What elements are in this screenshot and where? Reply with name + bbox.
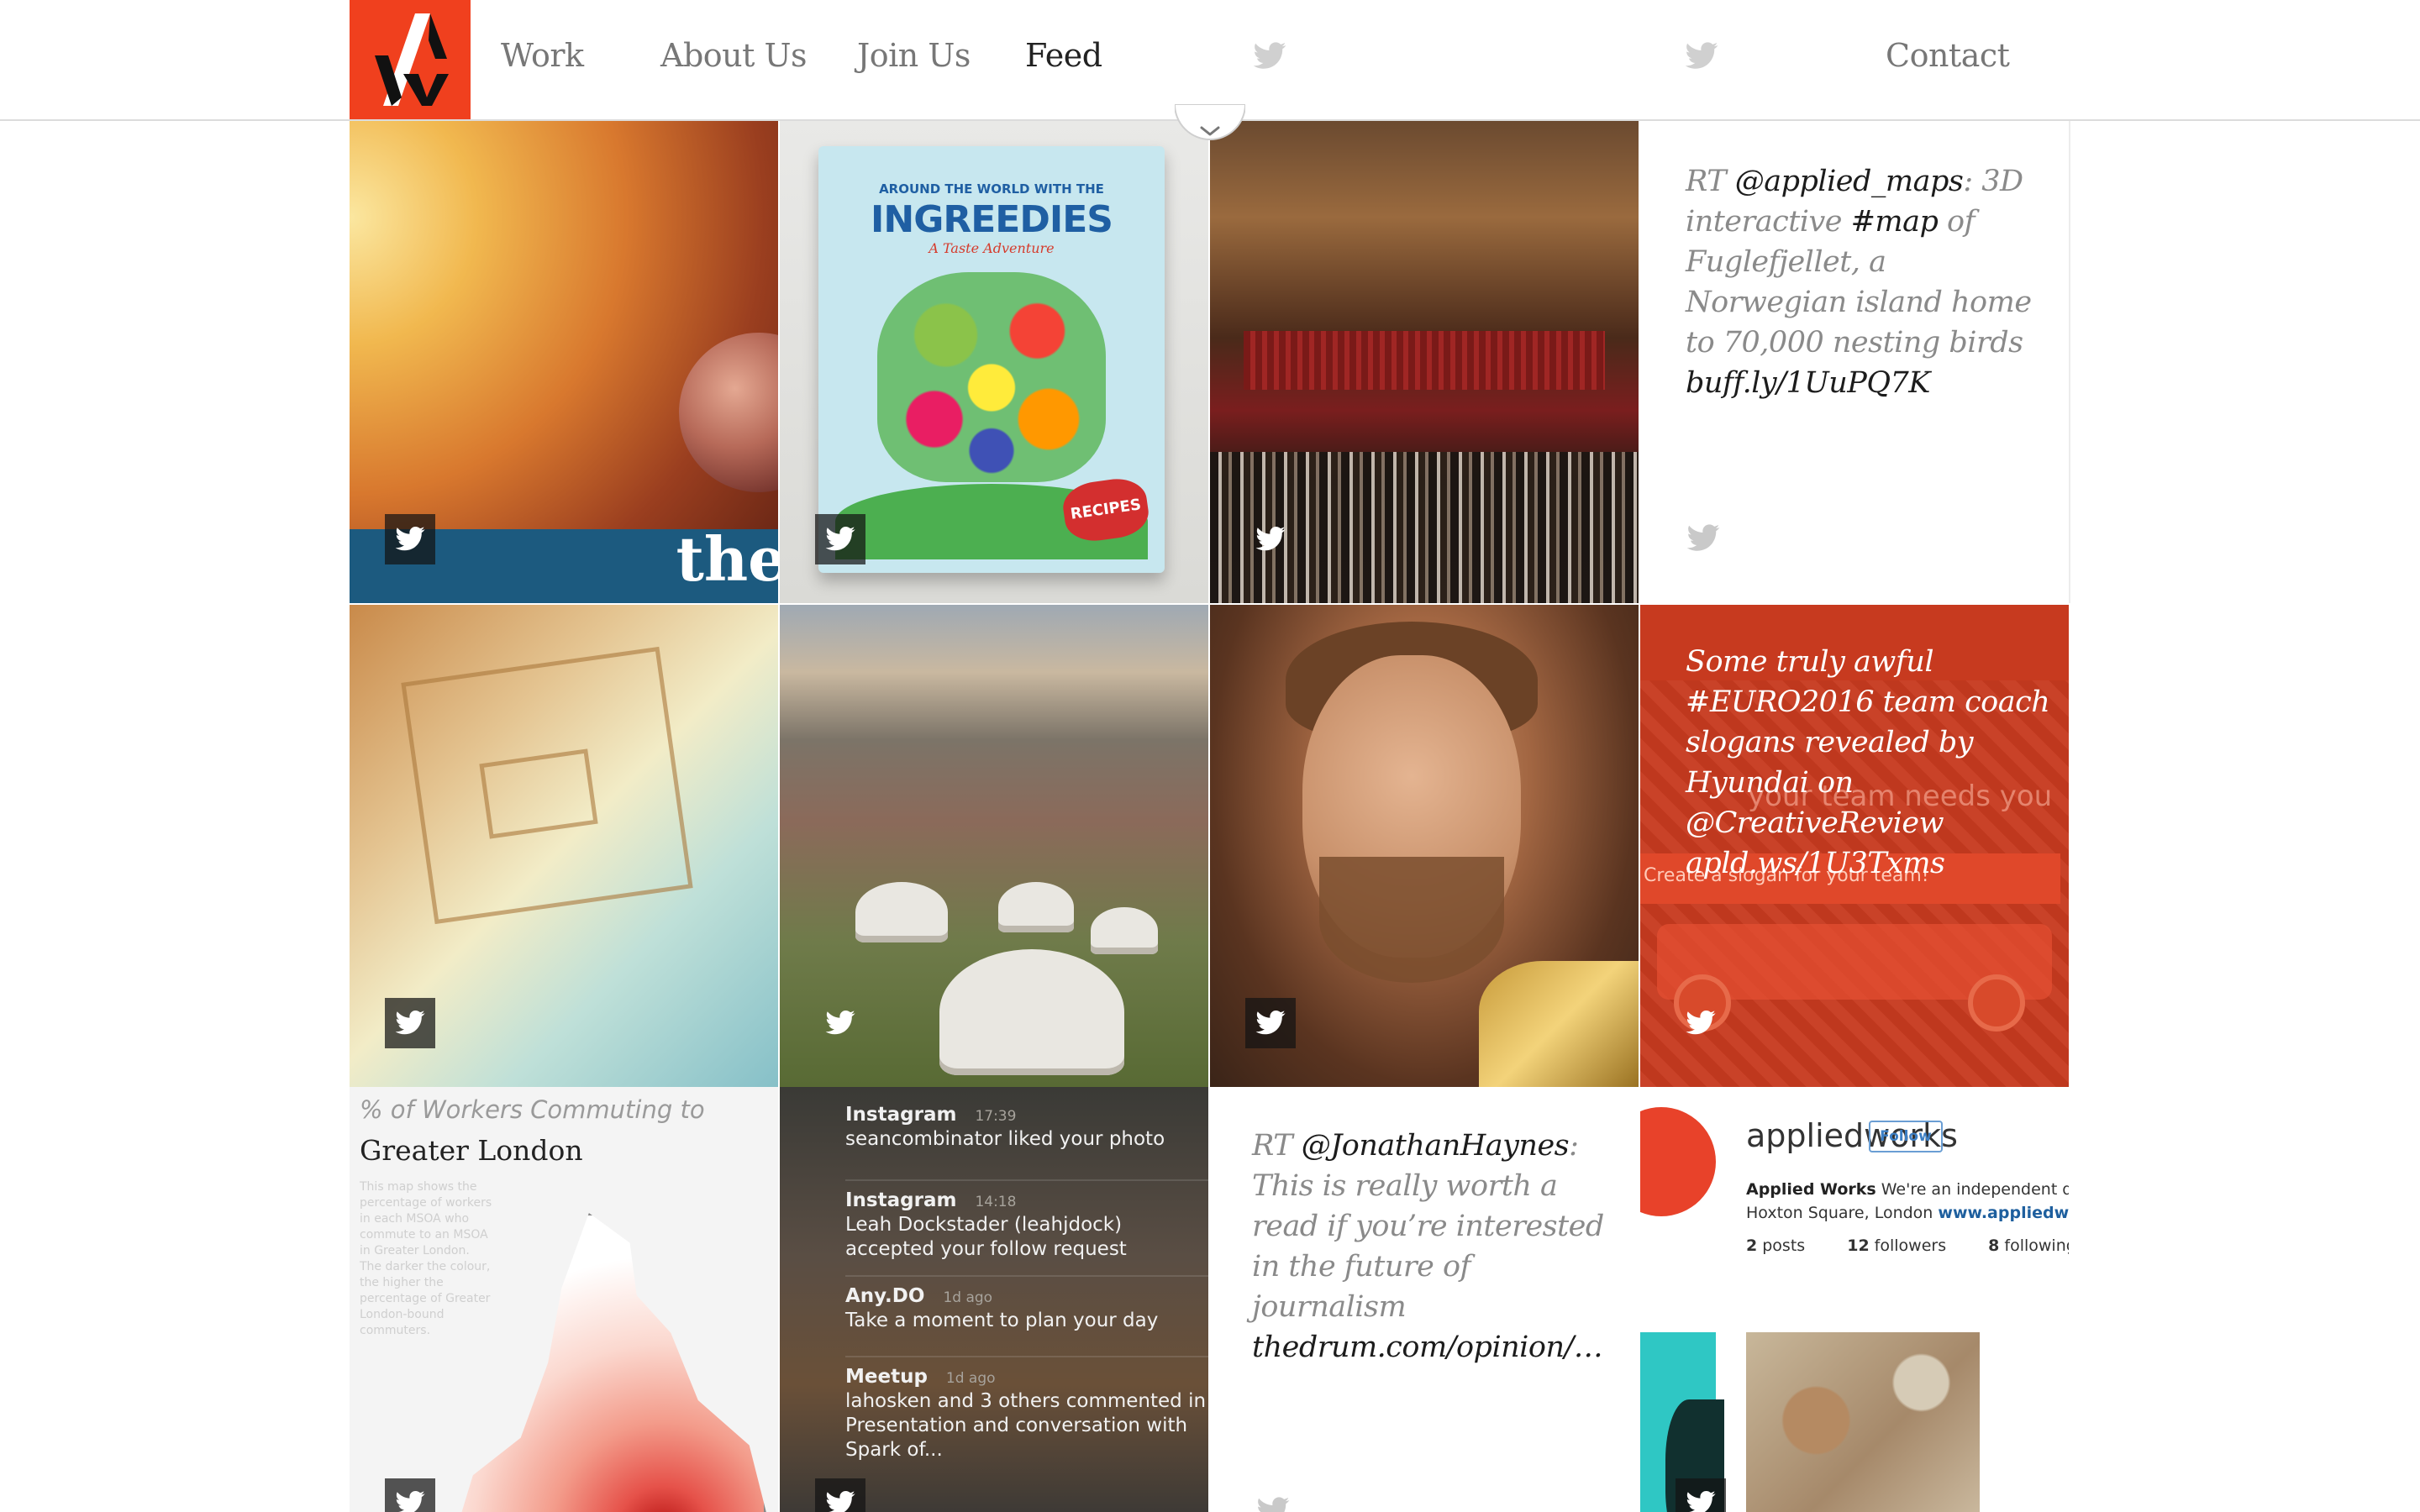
notification-app: Any.DO: [845, 1285, 925, 1307]
feed-grid: the AROUND THE WORLD WITH THE INGREEDIES…: [350, 0, 2070, 1512]
feed-tile-notifications[interactable]: Instagram 17:39 seancombinator liked your…: [780, 1087, 1208, 1512]
planet-shape: [679, 333, 778, 492]
concert-balcony: [1244, 331, 1605, 390]
twitter-bird-icon: [1252, 39, 1287, 74]
feed-tile-tweet-haynes[interactable]: RT @JonathanHaynes: This is really worth…: [1210, 1087, 1639, 1512]
notification-time: 1d ago: [945, 1370, 996, 1387]
site-header: Work About Us Join Us Feed Contact: [0, 0, 2420, 121]
divider: [845, 1179, 1208, 1181]
nav-contact[interactable]: Contact: [1886, 37, 2010, 74]
tweet-text: Some truly awful #EURO2016 team coach sl…: [1686, 645, 2050, 880]
feed-tile-london-map[interactable]: % of Workers Commuting to Greater London…: [350, 1087, 778, 1512]
twitter-bird-icon: [1245, 514, 1296, 564]
book-subtitle: A Taste Adventure: [929, 240, 1055, 256]
twitter-bird-icon: [1676, 998, 1726, 1048]
bio-text: We're an independent des: [1881, 1180, 2069, 1199]
book-cover: AROUND THE WORLD WITH THE INGREEDIES A T…: [818, 146, 1165, 573]
avatar: [1640, 1107, 1716, 1216]
map-title-line1: % of Workers Commuting to: [360, 1095, 705, 1124]
follow-button[interactable]: Follow: [1869, 1121, 1943, 1152]
feed-tile-elevation-map[interactable]: [350, 605, 778, 1087]
tweet-text: RT @applied_maps: 3D interactive #map of…: [1686, 161, 2035, 403]
space-caption: the: [676, 523, 778, 595]
following-label: following: [2004, 1236, 2069, 1255]
nav-join-us[interactable]: Join Us: [857, 37, 971, 74]
following-count: 8: [1988, 1236, 2000, 1255]
tweet-handle[interactable]: @JonathanHaynes: [1302, 1129, 1570, 1163]
feed-tile-tweet-maps[interactable]: RT @applied_maps: 3D interactive #map of…: [1640, 121, 2070, 603]
map-outline: [479, 748, 598, 839]
instagram-post-thumbnail[interactable]: [1746, 1332, 1980, 1512]
map-description: This map shows the percentage of workers…: [360, 1180, 492, 1337]
divider: [845, 1275, 1208, 1277]
feed-tile-tweet-euro2016[interactable]: your team needs you Create a slogan for …: [1640, 605, 2069, 1087]
nav-work[interactable]: Work: [501, 37, 584, 74]
notification-app: Instagram: [845, 1104, 957, 1126]
feed-tile-instagram-profile[interactable]: appliedworks Follow Applied Works We're …: [1640, 1087, 2069, 1512]
bio-location: Hoxton Square, London: [1746, 1204, 1939, 1222]
nav-feed[interactable]: Feed: [1025, 37, 1102, 74]
notification-app: Instagram: [845, 1189, 957, 1211]
notification-body: Take a moment to plan your day: [845, 1310, 1159, 1331]
posts-count: 2: [1746, 1236, 1758, 1255]
feed-tile-space-image[interactable]: the: [350, 121, 778, 603]
notification-body: lahosken and 3 others commented in Prese…: [845, 1390, 1207, 1461]
tweet-prefix: RT: [1252, 1129, 1302, 1163]
applied-works-logo[interactable]: [350, 0, 471, 119]
notification-item: Instagram 14:18 Leah Dockstader (leahjdoc…: [845, 1189, 1208, 1262]
twitter-bird-icon: [815, 998, 865, 1048]
tweet-text: RT @JonathanHaynes: This is really worth…: [1252, 1126, 1605, 1368]
followers-label: followers: [1874, 1236, 1947, 1255]
bio-name: Applied Works: [1746, 1180, 1876, 1199]
tweet-hashtag[interactable]: #map: [1851, 205, 1939, 239]
twitter-bird-icon: [385, 998, 435, 1048]
twitter-bird-icon: [1684, 39, 1719, 74]
yurt-shape: [939, 949, 1124, 1075]
notification-body: seancombinator liked your photo: [845, 1128, 1165, 1150]
twitter-bird-icon: [815, 1478, 865, 1512]
feed-tile-actor-image[interactable]: [1210, 605, 1639, 1087]
twitter-bird-icon: [1686, 521, 1721, 556]
feed-tile-book-image[interactable]: AROUND THE WORLD WITH THE INGREEDIES A T…: [780, 121, 1208, 603]
bio-link[interactable]: www.appliedwor: [1938, 1204, 2069, 1222]
book-title: INGREEDIES: [871, 198, 1113, 241]
twitter-bird-icon: [385, 514, 435, 564]
twitter-bird-icon: [385, 1478, 435, 1512]
twitter-bird-icon: [1255, 1494, 1291, 1512]
yurt-shape: [998, 882, 1074, 932]
portrait-beard: [1319, 857, 1504, 983]
tweet-prefix: RT: [1686, 165, 1735, 198]
tweet-handle[interactable]: @applied_maps: [1735, 165, 1964, 198]
twitter-bird-icon: [815, 514, 865, 564]
posts-label: posts: [1762, 1236, 1806, 1255]
yurt-shape: [855, 882, 948, 942]
twitter-bird-icon: [1676, 1478, 1726, 1512]
notification-item: Any.DO 1d ago Take a moment to plan your …: [845, 1285, 1208, 1333]
nav-about-us[interactable]: About Us: [660, 37, 808, 74]
portrait-collar: [1479, 961, 1639, 1087]
notification-item: Meetup 1d ago lahosken and 3 others comme…: [845, 1366, 1208, 1462]
notification-item: Instagram 17:39 seancombinator liked your…: [845, 1104, 1208, 1152]
instagram-stats: 2posts 12followers 8following: [1746, 1236, 2069, 1255]
divider: [845, 1356, 1208, 1357]
book-illustration: [877, 272, 1106, 482]
chevron-down-icon[interactable]: [1173, 103, 1247, 155]
notification-time: 14:18: [975, 1194, 1017, 1210]
map-title-line2: Greater London: [360, 1134, 583, 1167]
tweet-link[interactable]: thedrum.com/opinion/…: [1252, 1331, 1603, 1364]
notification-time: 17:39: [975, 1108, 1017, 1125]
instagram-bio: Applied Works We're an independent des H…: [1746, 1178, 2069, 1225]
tweet-link[interactable]: buff.ly/1UuPQ7K: [1686, 366, 1930, 400]
notification-app: Meetup: [845, 1366, 928, 1388]
notification-body: Leah Dockstader (leahjdock) accepted you…: [845, 1214, 1127, 1260]
book-line1: AROUND THE WORLD WITH THE: [879, 181, 1104, 197]
feed-tile-concert-image[interactable]: [1210, 121, 1639, 603]
notification-time: 1d ago: [943, 1289, 993, 1306]
yurt-shape: [1091, 907, 1158, 954]
followers-count: 12: [1847, 1236, 1870, 1255]
euro-wheel: [1968, 974, 2025, 1032]
feed-tile-yurts-image[interactable]: [780, 605, 1208, 1087]
twitter-bird-icon: [1245, 998, 1296, 1048]
